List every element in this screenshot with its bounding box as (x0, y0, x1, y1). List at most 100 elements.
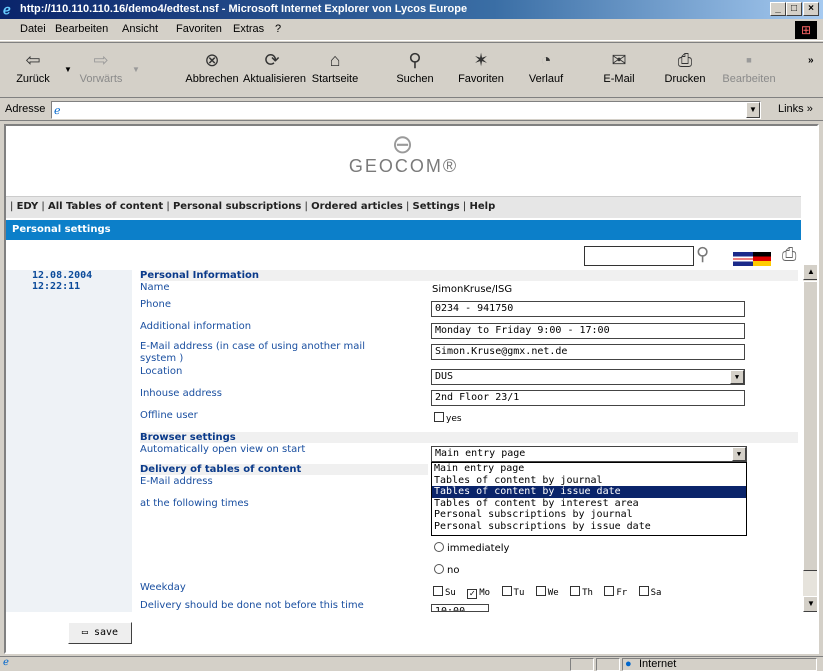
nav-settings[interactable]: Settings (413, 201, 460, 212)
email-field[interactable]: Simon.Kruse@gmx.net.de (431, 344, 745, 360)
vertical-scrollbar[interactable]: ▲ ▼ (803, 264, 817, 612)
weekday-sa[interactable]: Sa (638, 586, 662, 598)
chevron-down-icon[interactable]: ▼ (730, 370, 744, 384)
forward-label: Vorwärts (79, 73, 123, 85)
nav-edy[interactable]: EDY (17, 201, 39, 212)
status-segment (596, 658, 620, 671)
inhouse-field[interactable]: 2nd Floor 23/1 (431, 390, 745, 406)
checkbox-icon[interactable] (604, 586, 615, 596)
radio-icon[interactable] (434, 564, 444, 574)
scroll-up-icon[interactable]: ▲ (803, 264, 817, 280)
dropdown-option[interactable]: Personal subscriptions by journal (432, 509, 746, 521)
back-arrow-icon: ⇦ (25, 50, 41, 70)
menu-bar: Datei Bearbeiten Ansicht Favoriten Extra… (0, 19, 823, 41)
stop-button[interactable]: ⊗ Abbrechen (183, 47, 241, 85)
weekday-fr[interactable]: Fr (604, 586, 627, 598)
favorites-label: Favoriten (458, 73, 504, 85)
additional-info-field[interactable]: Monday to Friday 9:00 - 17:00 (431, 323, 745, 339)
edit-icon: ▪ (745, 50, 753, 70)
magnifier-icon[interactable]: ⚲ (696, 244, 709, 265)
dropdown-option-highlighted[interactable]: Tables of content by issue date (432, 486, 746, 498)
maximize-button[interactable]: □ (786, 2, 802, 16)
weekday-sa-label: Sa (650, 588, 662, 598)
close-button[interactable]: × (803, 2, 819, 16)
toolbar: ⇦ Zurück ▼ ⇨ Vorwärts ▼ ⊗ Abbrechen ⟳ Aktual… (0, 42, 823, 98)
weekday-mo[interactable]: ✓ Mo (467, 588, 490, 599)
page-icon: ℯ (54, 105, 61, 117)
german-flag-icon[interactable] (753, 252, 771, 266)
scroll-thumb[interactable] (803, 281, 817, 571)
nav-all-tables[interactable]: All Tables of content (48, 201, 163, 212)
dropdown-option[interactable]: Tables of content by interest area (432, 498, 746, 510)
menu-datei[interactable]: Datei (20, 23, 46, 35)
history-button[interactable]: ◔ Verlauf (517, 47, 575, 85)
weekday-su[interactable]: Su (433, 586, 456, 598)
menu-favoriten[interactable]: Favoriten (176, 23, 222, 35)
floppy-disk-icon: ▭ (81, 627, 94, 638)
auto-open-select[interactable]: Main entry page ▼ (431, 446, 747, 462)
back-label: Zurück (16, 73, 50, 85)
menu-help[interactable]: ? (275, 23, 281, 35)
printer-icon[interactable]: ⎙ (782, 244, 796, 265)
menu-bearbeiten[interactable]: Bearbeiten (55, 23, 108, 35)
section-personal-information: Personal Information (140, 270, 798, 281)
dropdown-option[interactable]: Personal subscriptions by issue date (432, 521, 746, 533)
language-flag-icon[interactable] (733, 252, 771, 266)
radio-no[interactable]: no (434, 564, 459, 576)
home-button[interactable]: ⌂ Startseite (306, 47, 364, 85)
address-input[interactable]: ℯ ▼ (51, 101, 761, 119)
links-button[interactable]: Links » (778, 103, 813, 115)
checkbox-icon[interactable] (570, 586, 581, 596)
nav-personal-subscriptions[interactable]: Personal subscriptions (173, 201, 301, 212)
checkbox-icon[interactable] (638, 586, 649, 596)
radio-immediately[interactable]: immediately (434, 542, 509, 554)
title-bar: ℯ http://110.110.110.16/demo4/edtest.nsf… (0, 0, 823, 19)
page-header: Personal settings (6, 220, 801, 240)
weekday-th-label: Th (582, 588, 593, 598)
checkbox-checked-icon[interactable]: ✓ (467, 589, 478, 599)
radio-icon[interactable] (434, 542, 444, 552)
mail-button[interactable]: ✉ E-Mail (590, 47, 648, 85)
offline-checkbox[interactable]: yes (434, 412, 462, 424)
search-button[interactable]: ⚲ Suchen (386, 47, 444, 85)
auto-open-dropdown-list: Main entry page Tables of content by jou… (431, 462, 747, 536)
minimize-button[interactable]: _ (770, 2, 786, 16)
back-dropdown-icon[interactable]: ▼ (64, 65, 72, 74)
checkbox-icon[interactable] (434, 412, 444, 422)
toolbar-overflow-icon[interactable]: » (808, 55, 814, 66)
dropdown-option[interactable]: Tables of content by journal (432, 475, 746, 487)
location-select[interactable]: DUS ▼ (431, 369, 745, 385)
back-button[interactable]: ⇦ Zurück (4, 47, 62, 85)
menu-extras[interactable]: Extras (233, 23, 264, 35)
chevron-down-icon[interactable]: ▼ (732, 447, 746, 461)
checkbox-icon[interactable] (501, 586, 512, 596)
forward-button[interactable]: ⇨ Vorwärts (72, 47, 130, 85)
not-before-field[interactable]: 10:00 (431, 604, 489, 612)
browser-viewport: ⊖ GEOCOM® | EDY | All Tables of content … (4, 124, 819, 654)
site-search-input[interactable] (584, 246, 694, 266)
checkbox-icon[interactable] (535, 586, 546, 596)
forward-dropdown-icon[interactable]: ▼ (132, 65, 140, 74)
nav-ordered-articles[interactable]: Ordered articles (311, 201, 403, 212)
print-button[interactable]: ⎙ Drucken (656, 47, 714, 85)
favorites-button[interactable]: ✶ Favoriten (452, 47, 510, 85)
refresh-button[interactable]: ⟳ Aktualisieren (243, 47, 306, 85)
weekday-th[interactable]: Th (570, 586, 593, 598)
scroll-down-icon[interactable]: ▼ (803, 596, 817, 612)
nav-help[interactable]: Help (469, 201, 495, 212)
phone-field[interactable]: 0234 - 941750 (431, 301, 745, 317)
globe-icon: ● (625, 658, 632, 670)
logo-text: GEOCOM® (348, 156, 459, 176)
edit-button[interactable]: ▪ Bearbeiten (720, 47, 778, 85)
checkbox-icon[interactable] (433, 586, 443, 596)
search-icon: ⚲ (408, 50, 422, 70)
weekday-we[interactable]: We (535, 586, 559, 598)
delivery-email-label: E-Mail address (140, 476, 213, 487)
name-label: Name (140, 282, 170, 293)
save-button[interactable]: ▭ save (68, 622, 132, 644)
radio-immediately-label: immediately (447, 543, 510, 554)
menu-ansicht[interactable]: Ansicht (122, 23, 158, 35)
address-dropdown-icon[interactable]: ▼ (746, 102, 760, 118)
dropdown-option[interactable]: Main entry page (432, 463, 746, 475)
weekday-tu[interactable]: Tu (501, 586, 524, 598)
